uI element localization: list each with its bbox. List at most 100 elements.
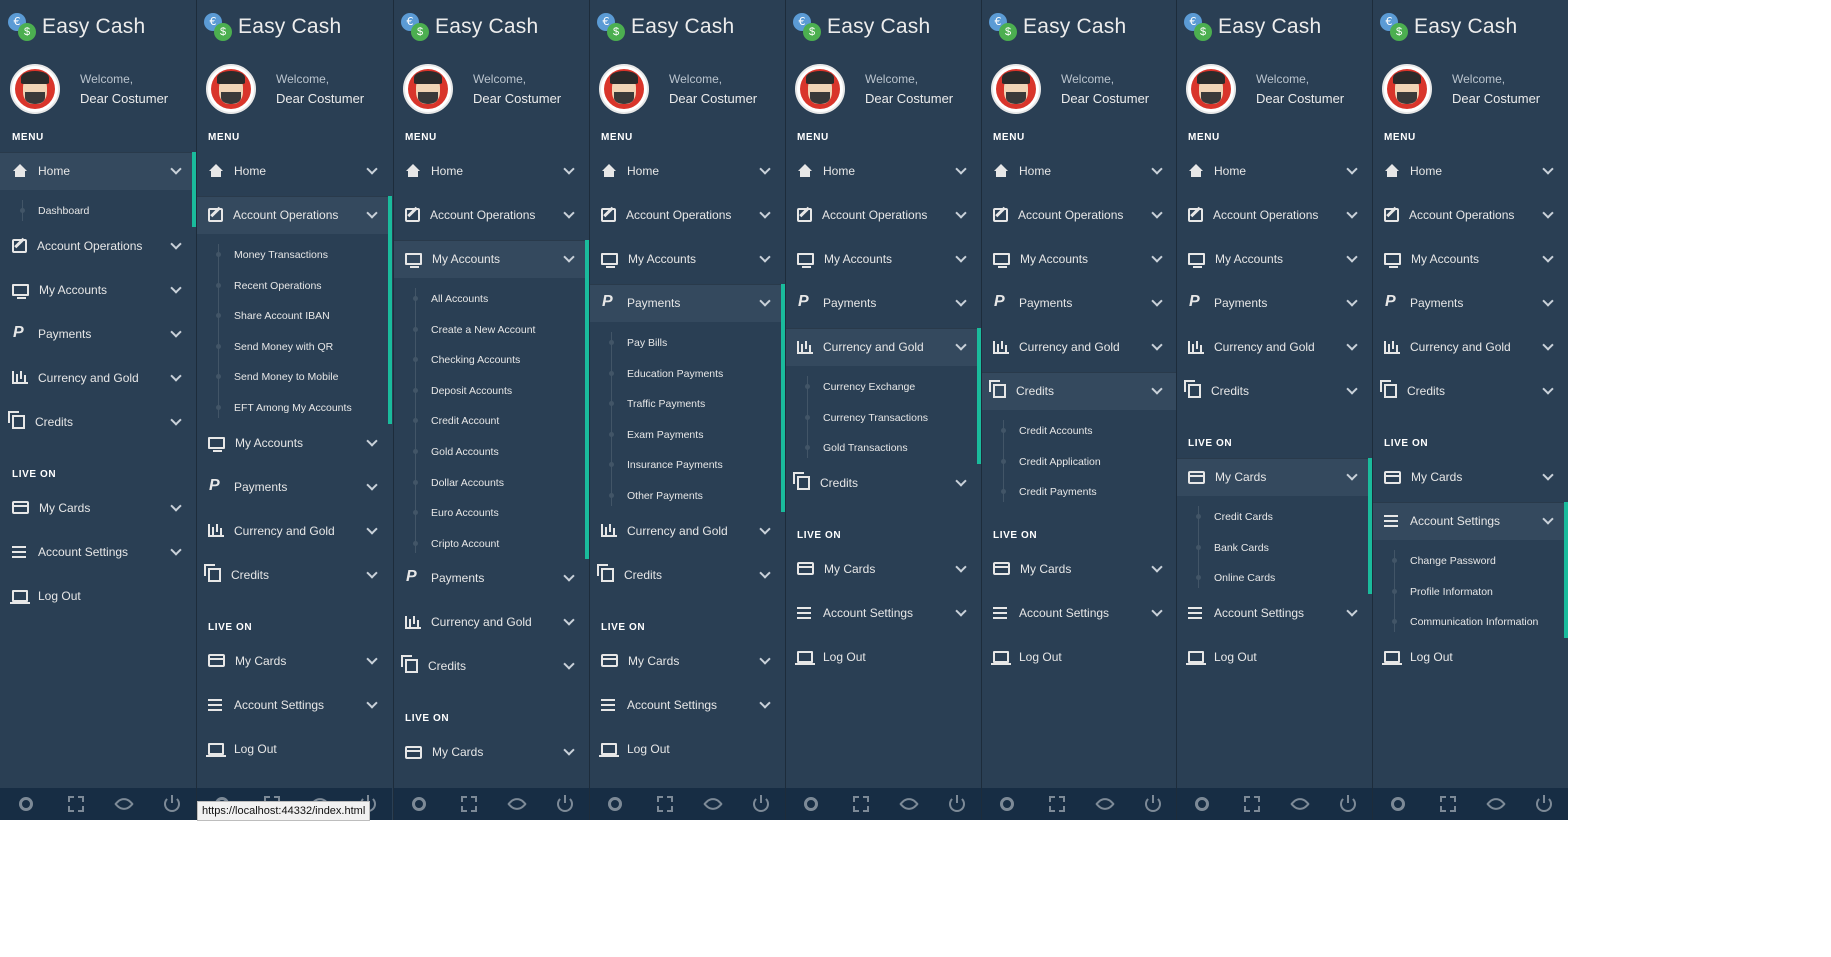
chevron-down-icon[interactable] — [170, 325, 182, 338]
chevron-down-icon[interactable] — [170, 163, 182, 175]
sidebar-item-my-accounts[interactable]: My Accounts — [1176, 240, 1372, 278]
sidebar-item-my-accounts[interactable]: My Accounts — [393, 240, 589, 278]
submenu-item-checking-accounts[interactable]: Checking Accounts — [393, 345, 589, 375]
sidebar-item-my-cards[interactable]: My Cards — [785, 550, 981, 588]
submenu-item-euro-accounts[interactable]: Euro Accounts — [393, 498, 589, 528]
submenu-item-all-accounts[interactable]: All Accounts — [393, 284, 589, 314]
chevron-down-icon[interactable] — [1346, 207, 1358, 219]
fullscreen-icon[interactable] — [1439, 796, 1456, 812]
chevron-down-icon[interactable] — [170, 281, 182, 294]
chevron-down-icon[interactable] — [759, 163, 771, 175]
gear-icon[interactable] — [999, 797, 1014, 811]
sidebar-item-payments[interactable]: Payments — [589, 284, 785, 322]
submenu-item-send-money-to-mobile[interactable]: Send Money to Mobile — [196, 362, 392, 392]
chevron-down-icon[interactable] — [1542, 513, 1554, 525]
chevron-down-icon[interactable] — [366, 566, 378, 579]
chevron-down-icon[interactable] — [1542, 163, 1554, 175]
chevron-down-icon[interactable] — [1346, 339, 1358, 351]
sidebar-item-currency-and-gold[interactable]: Currency and Gold — [589, 512, 785, 550]
submenu-item-dashboard[interactable]: Dashboard — [0, 196, 196, 226]
sidebar-item-currency-and-gold[interactable]: Currency and Gold — [981, 328, 1177, 366]
submenu-item-change-password[interactable]: Change Password — [1372, 546, 1568, 576]
gear-icon[interactable] — [607, 797, 622, 811]
chevron-down-icon[interactable] — [955, 339, 967, 351]
power-icon[interactable] — [163, 795, 180, 812]
sidebar-item-account-settings[interactable]: Account Settings — [1372, 502, 1568, 540]
brand[interactable]: € $ Easy Cash — [793, 12, 930, 42]
chevron-down-icon[interactable] — [170, 543, 182, 556]
sidebar-item-my-cards[interactable]: My Cards — [196, 642, 392, 680]
sidebar-item-account-settings[interactable]: Account Settings — [785, 594, 981, 632]
brand-name[interactable]: Easy Cash — [1218, 15, 1321, 39]
sidebar-item-log-out[interactable]: Log Out — [0, 577, 196, 615]
sidebar-item-my-cards[interactable]: My Cards — [589, 642, 785, 680]
chevron-down-icon[interactable] — [1346, 295, 1358, 307]
sidebar-item-account-operations[interactable]: Account Operations — [0, 227, 196, 265]
sidebar-item-account-settings[interactable]: Account Settings — [1176, 594, 1372, 632]
power-icon[interactable] — [752, 795, 769, 812]
submenu-item-online-cards[interactable]: Online Cards — [1176, 563, 1372, 593]
sidebar-item-currency-and-gold[interactable]: Currency and Gold — [1176, 328, 1372, 366]
chevron-down-icon[interactable] — [1542, 207, 1554, 219]
sidebar-item-payments[interactable]: Payments — [1176, 284, 1372, 322]
submenu-item-money-transactions[interactable]: Money Transactions — [196, 240, 392, 270]
brand[interactable]: € $ Easy Cash — [597, 12, 734, 42]
power-icon[interactable] — [556, 795, 573, 812]
chevron-down-icon[interactable] — [1346, 469, 1358, 481]
submenu-item-share-account-iban[interactable]: Share Account IBAN — [196, 301, 392, 331]
chevron-down-icon[interactable] — [759, 652, 771, 665]
submenu-item-dollar-accounts[interactable]: Dollar Accounts — [393, 468, 589, 498]
submenu-item-communication-information[interactable]: Communication Information — [1372, 607, 1568, 637]
chevron-down-icon[interactable] — [366, 163, 378, 175]
chevron-down-icon[interactable] — [563, 658, 575, 671]
sidebar-item-credits[interactable]: Credits — [1176, 372, 1372, 410]
brand-name[interactable]: Easy Cash — [827, 15, 930, 39]
submenu-item-education-payments[interactable]: Education Payments — [589, 359, 785, 389]
sidebar-item-home[interactable]: Home — [981, 152, 1177, 190]
chevron-down-icon[interactable] — [1542, 383, 1554, 395]
sidebar-item-account-operations[interactable]: Account Operations — [393, 196, 589, 234]
submenu-item-bank-cards[interactable]: Bank Cards — [1176, 533, 1372, 563]
chevron-down-icon[interactable] — [955, 163, 967, 175]
chevron-down-icon[interactable] — [1151, 383, 1163, 395]
sidebar-item-my-cards[interactable]: My Cards — [981, 550, 1177, 588]
brand-name[interactable]: Easy Cash — [238, 15, 341, 39]
sidebar-item-log-out[interactable]: Log Out — [981, 638, 1177, 676]
chevron-down-icon[interactable] — [1542, 469, 1554, 481]
sidebar-item-account-operations[interactable]: Account Operations — [589, 196, 785, 234]
power-icon[interactable] — [1535, 795, 1552, 812]
submenu-item-credit-cards[interactable]: Credit Cards — [1176, 502, 1372, 532]
submenu-item-cripto-account[interactable]: Cripto Account — [393, 529, 589, 559]
eye-slash-icon[interactable] — [1485, 794, 1506, 814]
sidebar-item-home[interactable]: Home — [1176, 152, 1372, 190]
sidebar-item-credits[interactable]: Credits — [1372, 372, 1568, 410]
chevron-down-icon[interactable] — [170, 413, 182, 426]
eye-slash-icon[interactable] — [898, 794, 919, 814]
chevron-down-icon[interactable] — [759, 295, 771, 307]
chevron-down-icon[interactable] — [563, 744, 575, 757]
chevron-down-icon[interactable] — [366, 652, 378, 665]
brand[interactable]: € $ Easy Cash — [204, 12, 341, 42]
chevron-down-icon[interactable] — [170, 369, 182, 382]
eye-slash-icon[interactable] — [113, 794, 134, 814]
brand-name[interactable]: Easy Cash — [631, 15, 734, 39]
chevron-down-icon[interactable] — [366, 207, 378, 219]
chevron-down-icon[interactable] — [955, 251, 967, 263]
sidebar-item-credits[interactable]: Credits — [589, 556, 785, 594]
sidebar-item-payments[interactable]: Payments — [785, 284, 981, 322]
chevron-down-icon[interactable] — [759, 522, 771, 535]
sidebar-item-currency-and-gold[interactable]: Currency and Gold — [393, 603, 589, 641]
eye-slash-icon[interactable] — [702, 794, 723, 814]
sidebar-item-account-settings[interactable]: Account Settings — [0, 533, 196, 571]
chevron-down-icon[interactable] — [1542, 251, 1554, 263]
sidebar-item-my-accounts[interactable]: My Accounts — [785, 240, 981, 278]
sidebar-item-log-out[interactable]: Log Out — [196, 730, 392, 768]
submenu-item-recent-operations[interactable]: Recent Operations — [196, 271, 392, 301]
chevron-down-icon[interactable] — [759, 207, 771, 219]
brand-name[interactable]: Easy Cash — [42, 15, 145, 39]
chevron-down-icon[interactable] — [1151, 561, 1163, 573]
submenu-item-credit-account[interactable]: Credit Account — [393, 406, 589, 436]
submenu-item-eft-among-my-accounts[interactable]: EFT Among My Accounts — [196, 393, 392, 423]
sidebar-item-currency-and-gold[interactable]: Currency and Gold — [785, 328, 981, 366]
sidebar-item-credits[interactable]: Credits — [785, 464, 981, 502]
